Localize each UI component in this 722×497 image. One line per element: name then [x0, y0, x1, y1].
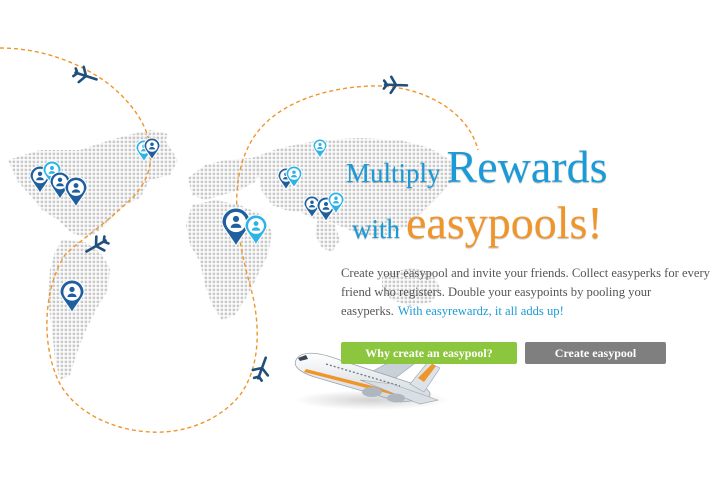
- headline-line-2: with easypools!: [352, 196, 603, 249]
- description: Create your easypool and invite your fri…: [341, 264, 721, 321]
- plane-icon: [72, 65, 98, 84]
- continent-south-america: [48, 240, 110, 380]
- create-easypool-button[interactable]: Create easypool: [525, 342, 666, 364]
- why-create-easypool-button[interactable]: Why create an easypool?: [341, 342, 517, 364]
- continent-europe: [188, 158, 262, 200]
- headline-multiply: Multiply: [346, 158, 441, 188]
- plane-icon: [251, 356, 270, 382]
- plane-icon: [382, 75, 409, 95]
- headline-easypools: easypools!: [406, 197, 603, 248]
- headline-with: with: [352, 214, 401, 244]
- headline-rewards: Rewards: [446, 141, 608, 192]
- description-tagline: With easyrewardz, it all adds up!: [397, 304, 564, 318]
- headline-line-1: Multiply Rewards: [346, 140, 607, 193]
